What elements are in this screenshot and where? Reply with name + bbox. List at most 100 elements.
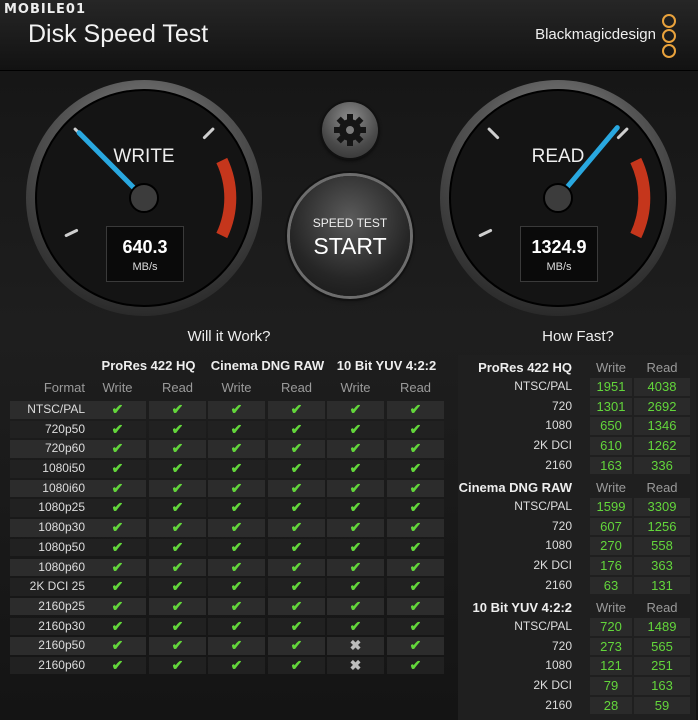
check-icon: ✔ <box>268 597 325 616</box>
resolution-label: NTSC/PAL <box>514 379 572 393</box>
read-fps-value: 558 <box>634 537 690 555</box>
disk-speed-test-window: MOBILE01 Disk Speed Test Blackmagicdesig… <box>0 0 698 720</box>
table-row: NTSC/PAL 1951 4038 <box>458 377 696 397</box>
table-row: 1080p25 ✔ ✔ ✔ ✔ ✔ ✔ <box>10 498 450 518</box>
check-icon: ✔ <box>268 578 325 596</box>
write-fps-value: 1599 <box>590 498 632 516</box>
resolution-label: 2K DCI <box>533 438 572 453</box>
table-row: 1080p30 ✔ ✔ ✔ ✔ ✔ ✔ <box>10 518 450 538</box>
group-header-prores: ProRes 422 HQ <box>101 358 196 373</box>
check-icon: ✔ <box>89 479 146 498</box>
start-button-caption: SPEED TEST <box>312 216 388 230</box>
how-fast-table: ProRes 422 HQ Write Read NTSC/PAL 1951 4038 72… <box>458 355 696 720</box>
column-sub-headers: Format Write Read Write Read Write Read <box>10 380 450 398</box>
format-column-header: Format <box>43 380 85 395</box>
check-icon: ✔ <box>208 440 265 458</box>
read-fps-value: 565 <box>634 637 690 656</box>
check-icon: ✔ <box>327 558 384 576</box>
format-label: 1080p25 <box>38 500 85 515</box>
check-icon: ✔ <box>89 401 146 419</box>
check-icon: ✔ <box>208 637 265 655</box>
table-row: 2160p30 ✔ ✔ ✔ ✔ ✔ ✔ <box>10 617 450 637</box>
write-fps-value: 720 <box>590 618 632 636</box>
brand-name: Blackmagicdesign <box>535 26 656 43</box>
table-row: 2160 163 336 <box>458 456 696 476</box>
check-icon: ✔ <box>89 499 146 517</box>
table-row: 2160p50 ✔ ✔ ✔ ✔ ✖ ✔ <box>10 636 450 656</box>
check-icon: ✔ <box>387 479 444 498</box>
check-icon: ✔ <box>149 460 206 478</box>
resolution-label: 720 <box>551 398 572 413</box>
how-fast-heading: How Fast? <box>542 328 614 345</box>
check-icon: ✔ <box>327 479 384 498</box>
start-button-label: START <box>313 233 387 259</box>
check-icon: ✔ <box>387 420 444 439</box>
check-icon: ✔ <box>268 440 325 458</box>
resolution-label: 2K DCI <box>533 558 572 573</box>
read-fps-value: 1346 <box>634 417 690 435</box>
check-icon: ✔ <box>268 617 325 636</box>
write-column-header: Write <box>595 480 627 495</box>
check-icon: ✔ <box>327 617 384 636</box>
table-row: 2160p25 ✔ ✔ ✔ ✔ ✔ ✔ <box>10 597 450 617</box>
write-speed-unit: MB/s <box>132 261 158 273</box>
check-icon: ✔ <box>327 519 384 537</box>
check-icon: ✔ <box>268 401 325 419</box>
read-fps-value: 2692 <box>634 397 690 416</box>
check-icon: ✔ <box>268 538 325 557</box>
check-icon: ✔ <box>208 519 265 537</box>
read-column-header: Read <box>646 600 678 615</box>
write-fps-value: 163 <box>590 456 632 475</box>
read-fps-value: 251 <box>634 657 690 675</box>
table-row: 1080i60 ✔ ✔ ✔ ✔ ✔ ✔ <box>10 479 450 499</box>
group-header-cinema-dng: Cinema DNG RAW <box>210 358 325 373</box>
check-icon: ✔ <box>208 617 265 636</box>
check-icon: ✔ <box>387 637 444 655</box>
app-title: Disk Speed Test <box>28 20 209 48</box>
write-fps-value: 270 <box>590 537 632 555</box>
check-icon: ✔ <box>387 656 444 675</box>
check-icon: ✔ <box>387 519 444 537</box>
check-icon: ✔ <box>89 538 146 557</box>
read-gauge: READ 1324.9 MB/s <box>438 78 678 318</box>
start-button[interactable]: SPEED TEST START <box>290 176 410 296</box>
table-row: 1080 650 1346 <box>458 416 696 436</box>
format-label: NTSC/PAL <box>27 402 85 416</box>
write-fps-value: 176 <box>590 557 632 575</box>
check-icon: ✔ <box>268 519 325 537</box>
settings-button[interactable] <box>322 102 378 158</box>
check-icon: ✔ <box>149 656 206 675</box>
gear-icon <box>334 114 366 146</box>
check-icon: ✔ <box>149 538 206 557</box>
check-icon: ✔ <box>327 499 384 517</box>
write-fps-value: 28 <box>590 696 632 715</box>
sub-header: Read <box>161 380 194 395</box>
read-fps-value: 1256 <box>634 517 690 536</box>
read-column-header: Read <box>646 480 678 495</box>
table-row: 2K DCI 79 163 <box>458 676 696 696</box>
format-label: 1080p50 <box>38 539 85 554</box>
resolution-label: 2160 <box>545 457 572 472</box>
check-icon: ✔ <box>149 499 206 517</box>
check-icon: ✔ <box>89 440 146 458</box>
check-icon: ✔ <box>89 519 146 537</box>
table-row: 720p60 ✔ ✔ ✔ ✔ ✔ ✔ <box>10 439 450 459</box>
resolution-label: NTSC/PAL <box>514 619 572 633</box>
watermark: MOBILE01 <box>4 2 86 17</box>
check-icon: ✔ <box>208 401 265 419</box>
table-row: 2K DCI 176 363 <box>458 556 696 576</box>
table-row: 2160 63 131 <box>458 576 696 596</box>
check-icon: ✔ <box>327 460 384 478</box>
read-speed-unit: MB/s <box>546 261 572 273</box>
table-row: 1080 121 251 <box>458 656 696 676</box>
check-icon: ✔ <box>89 420 146 439</box>
resolution-label: 2160 <box>545 697 572 712</box>
table-row: 720 1301 2692 <box>458 397 696 417</box>
format-label: 2160p25 <box>38 598 85 613</box>
write-fps-value: 121 <box>590 657 632 675</box>
check-icon: ✔ <box>327 440 384 458</box>
write-fps-value: 607 <box>590 517 632 536</box>
write-column-header: Write <box>595 600 627 615</box>
read-readout: 1324.9 MB/s <box>520 226 598 282</box>
write-gauge: WRITE 640.3 MB/s <box>24 78 264 318</box>
